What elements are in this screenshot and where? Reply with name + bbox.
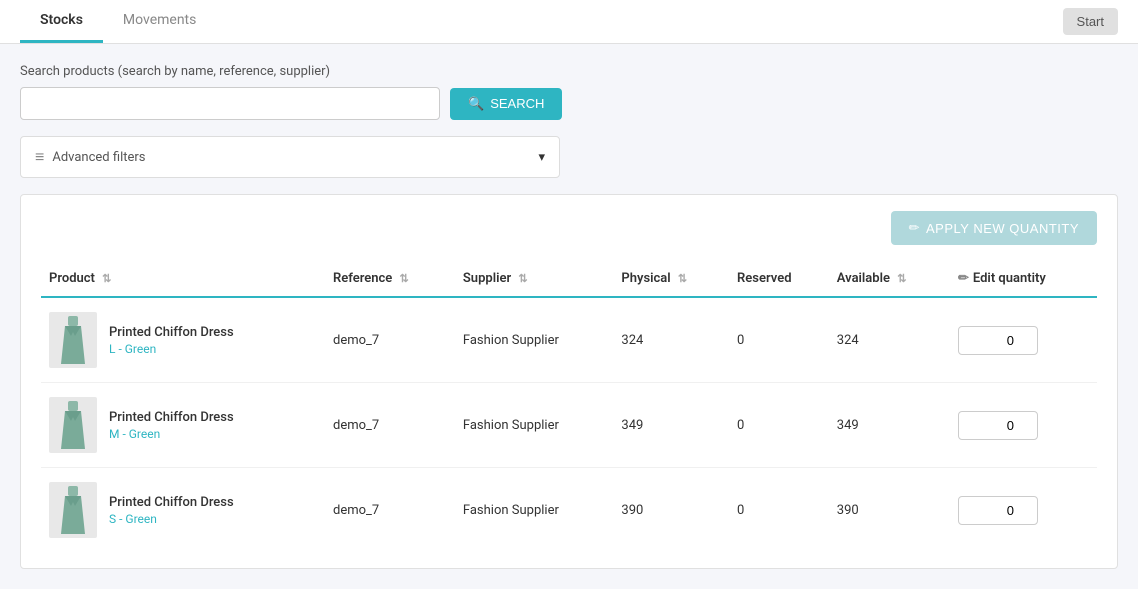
col-reserved: Reserved — [729, 261, 829, 297]
reserved-cell-0: 0 — [729, 297, 829, 383]
product-cell-1: Printed Chiffon Dress M - Green — [41, 383, 325, 468]
col-physical: Physical ⇅ — [613, 261, 729, 297]
edit-col-pencil-icon: ✏ — [958, 271, 969, 286]
filter-icon: ≡ — [35, 147, 44, 167]
advanced-filters-bar[interactable]: ≡ Advanced filters ▾ — [20, 136, 560, 178]
apply-btn-label: APPLY NEW QUANTITY — [926, 221, 1079, 236]
product-variant-2: S - Green — [109, 512, 234, 526]
table-row: Printed Chiffon Dress L - Green demo_7 F… — [41, 297, 1097, 383]
edit-quantity-input-2[interactable] — [958, 496, 1038, 525]
product-info-1: Printed Chiffon Dress M - Green — [109, 410, 234, 441]
search-input[interactable] — [20, 87, 440, 120]
search-button-label: SEARCH — [490, 96, 544, 111]
edit-quantity-cell-2 — [950, 468, 1097, 553]
product-variant-1: M - Green — [109, 427, 234, 441]
col-available: Available ⇅ — [829, 261, 950, 297]
physical-cell-2: 390 — [613, 468, 729, 553]
filters-label: Advanced filters — [52, 150, 145, 165]
edit-quantity-input-1[interactable] — [958, 411, 1038, 440]
start-button[interactable]: Start — [1063, 8, 1118, 35]
reference-cell-2: demo_7 — [325, 468, 455, 553]
search-button[interactable]: 🔍 SEARCH — [450, 88, 562, 120]
available-cell-1: 349 — [829, 383, 950, 468]
apply-new-quantity-button[interactable]: ✏ APPLY NEW QUANTITY — [891, 211, 1097, 245]
physical-cell-0: 324 — [613, 297, 729, 383]
pencil-icon: ✏ — [909, 220, 920, 236]
chevron-down-icon: ▾ — [538, 150, 545, 165]
col-product: Product ⇅ — [41, 261, 325, 297]
sort-available-icon[interactable]: ⇅ — [897, 272, 906, 285]
product-cell-2: Printed Chiffon Dress S - Green — [41, 468, 325, 553]
reserved-cell-2: 0 — [729, 468, 829, 553]
product-info-2: Printed Chiffon Dress S - Green — [109, 495, 234, 526]
available-cell-2: 390 — [829, 468, 950, 553]
filters-left: ≡ Advanced filters — [35, 147, 146, 167]
supplier-cell-2: Fashion Supplier — [455, 468, 614, 553]
table-body: Printed Chiffon Dress L - Green demo_7 F… — [41, 297, 1097, 552]
product-variant-0: L - Green — [109, 342, 234, 356]
tabs-container: Stocks Movements — [20, 0, 216, 43]
sort-physical-icon[interactable]: ⇅ — [678, 272, 687, 285]
tab-movements[interactable]: Movements — [103, 0, 216, 43]
search-row: 🔍 SEARCH — [20, 87, 1118, 120]
sort-reference-icon[interactable]: ⇅ — [400, 272, 409, 285]
table-section: ✏ APPLY NEW QUANTITY Product ⇅ Reference… — [20, 194, 1118, 569]
edit-quantity-cell-0 — [950, 297, 1097, 383]
edit-quantity-cell-1 — [950, 383, 1097, 468]
search-section: Search products (search by name, referen… — [20, 64, 1118, 120]
table-row: Printed Chiffon Dress M - Green demo_7 F… — [41, 383, 1097, 468]
available-cell-0: 324 — [829, 297, 950, 383]
table-header-row: Product ⇅ Reference ⇅ Supplier ⇅ Physica… — [41, 261, 1097, 297]
apply-btn-row: ✏ APPLY NEW QUANTITY — [41, 211, 1097, 245]
product-image-2 — [49, 482, 97, 538]
sort-product-icon[interactable]: ⇅ — [102, 272, 111, 285]
search-icon: 🔍 — [468, 96, 484, 112]
tabs-bar: Stocks Movements Start — [0, 0, 1138, 44]
product-info-0: Printed Chiffon Dress L - Green — [109, 325, 234, 356]
sort-supplier-icon[interactable]: ⇅ — [518, 272, 527, 285]
reference-cell-0: demo_7 — [325, 297, 455, 383]
table-row: Printed Chiffon Dress S - Green demo_7 F… — [41, 468, 1097, 553]
product-image-0 — [49, 312, 97, 368]
supplier-cell-1: Fashion Supplier — [455, 383, 614, 468]
reference-cell-1: demo_7 — [325, 383, 455, 468]
physical-cell-1: 349 — [613, 383, 729, 468]
col-supplier: Supplier ⇅ — [455, 261, 614, 297]
product-cell-0: Printed Chiffon Dress L - Green — [41, 297, 325, 383]
search-label: Search products (search by name, referen… — [20, 64, 1118, 79]
tab-stocks[interactable]: Stocks — [20, 0, 103, 43]
product-image-1 — [49, 397, 97, 453]
supplier-cell-0: Fashion Supplier — [455, 297, 614, 383]
stock-table: Product ⇅ Reference ⇅ Supplier ⇅ Physica… — [41, 261, 1097, 552]
product-name-0: Printed Chiffon Dress — [109, 325, 234, 340]
product-name-2: Printed Chiffon Dress — [109, 495, 234, 510]
reserved-cell-1: 0 — [729, 383, 829, 468]
col-edit-quantity: ✏ Edit quantity — [950, 261, 1097, 297]
product-name-1: Printed Chiffon Dress — [109, 410, 234, 425]
edit-quantity-input-0[interactable] — [958, 326, 1038, 355]
main-content: Search products (search by name, referen… — [0, 44, 1138, 589]
col-reference: Reference ⇅ — [325, 261, 455, 297]
